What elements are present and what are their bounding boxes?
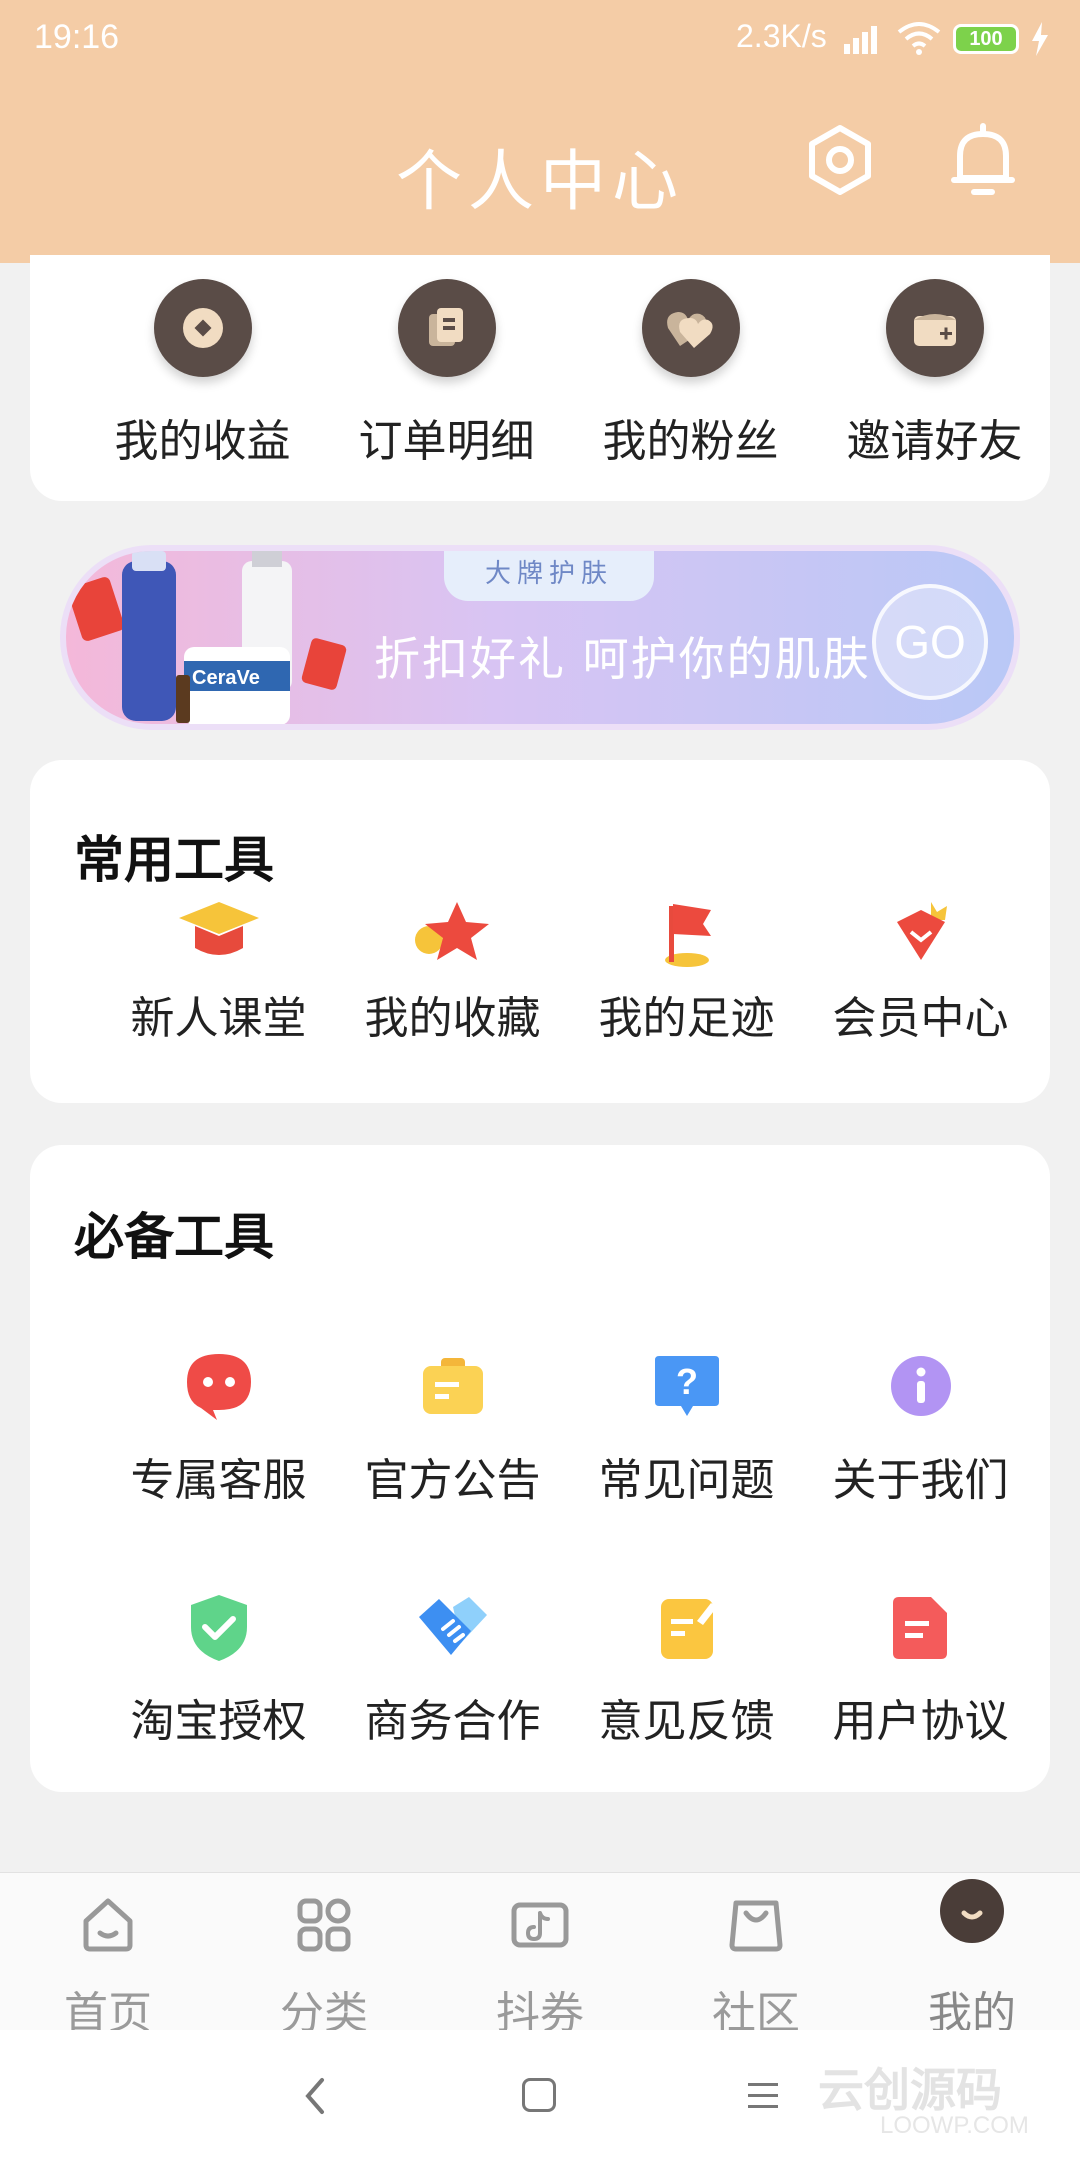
back-icon[interactable] (302, 2076, 326, 2116)
tab-category[interactable]: 分类 (216, 1873, 432, 2039)
menu-item-invite[interactable]: 邀请好友 (812, 279, 1057, 469)
svg-text:?: ? (676, 1361, 698, 1402)
tool-item-about-us[interactable]: 关于我们 (798, 1350, 1043, 1508)
common-tools-card: 常用工具 新人课堂 我的收藏 我的足迹 会员中心 (30, 760, 1050, 1103)
feedback-icon (660, 1599, 717, 1659)
charging-icon (1032, 22, 1048, 56)
status-time: 19:16 (34, 18, 120, 56)
tool-item-faq[interactable]: ? 常见问题 (564, 1350, 809, 1508)
question-icon: ? (654, 1356, 719, 1416)
tab-douyin-coupons[interactable]: 抖券 (432, 1873, 648, 2039)
skincare-products-image: CeraVe (67, 551, 347, 724)
section-title: 常用工具 (74, 831, 274, 889)
menu-item-orders[interactable]: 订单明细 (324, 279, 569, 469)
douyin-coupon-icon (511, 1902, 569, 1948)
home-button[interactable] (522, 2078, 556, 2112)
tool-item-label: 我的足迹 (598, 993, 775, 1044)
menu-item-label: 邀请好友 (846, 416, 1023, 467)
chat-bubble-icon (186, 1354, 251, 1420)
tab-community[interactable]: 社区 (648, 1873, 864, 2039)
banner-go-button[interactable]: GO (872, 584, 988, 700)
battery-indicator: 100 (953, 24, 1019, 54)
tool-item-user-agreement[interactable]: 用户协议 (798, 1591, 1043, 1749)
graduation-cap-icon (178, 902, 259, 955)
tool-item-feedback[interactable]: 意见反馈 (564, 1591, 809, 1749)
banner-tag: 大牌护肤 (444, 551, 654, 601)
profile-avatar-icon (940, 1879, 1004, 1943)
info-icon (890, 1356, 951, 1416)
section-title: 必备工具 (74, 1208, 274, 1266)
tool-item-footprints[interactable]: 我的足迹 (564, 900, 809, 1046)
tool-item-announcement[interactable]: 官方公告 (330, 1350, 575, 1508)
earnings-menu-card: 我的收益 订单明细 我的粉丝 邀请好友 (30, 255, 1050, 501)
tool-item-business[interactable]: 商务合作 (330, 1591, 575, 1749)
essential-tools-card: 必备工具 专属客服 官方公告 ? 常见问题 关于我们 淘宝授权 商务合作 意见反… (30, 1145, 1050, 1792)
system-navigation-bar: 云创源码 LOOWP.COM (0, 2030, 1080, 2160)
tool-item-label: 新人课堂 (130, 993, 307, 1044)
tab-profile[interactable]: 我的 (864, 1873, 1080, 2039)
tool-item-label: 用户协议 (832, 1696, 1009, 1747)
shield-check-icon (190, 1595, 247, 1661)
signal-icon (844, 26, 877, 54)
network-speed: 2.3K/s (736, 18, 827, 54)
star-icon (414, 902, 489, 960)
tool-item-label: 专属客服 (130, 1455, 307, 1506)
menu-item-label: 订单明细 (358, 416, 535, 467)
wifi-icon (897, 22, 941, 55)
invite-icon (885, 279, 984, 377)
banner-slogan: 折扣好礼 呵护你的肌肤 (374, 632, 871, 686)
tab-home[interactable]: 首页 (0, 1873, 216, 2039)
tool-item-vip-center[interactable]: 会员中心 (798, 900, 1043, 1046)
tool-item-label: 淘宝授权 (130, 1696, 307, 1747)
category-icon (297, 1898, 351, 1952)
settings-icon[interactable] (802, 122, 878, 198)
watermark: 云创源码 (818, 2063, 1002, 2117)
banner-product-brand: CeraVe (192, 667, 260, 689)
watermark-sub: LOOWP.COM (880, 2112, 1029, 2139)
tool-item-newbie-class[interactable]: 新人课堂 (96, 900, 341, 1046)
promo-banner[interactable]: 大牌护肤 折扣好礼 呵护你的肌肤 GO CeraVe (60, 545, 1020, 730)
menu-item-earnings[interactable]: 我的收益 (80, 279, 325, 469)
tool-item-label: 常见问题 (598, 1455, 775, 1506)
status-bar: 19:16 2.3K/s 100 (0, 0, 1080, 78)
community-bag-icon (729, 1900, 783, 1952)
bottom-tab-bar: 首页 分类 抖券 社区 我的 (0, 1872, 1080, 2039)
tool-item-taobao-auth[interactable]: 淘宝授权 (96, 1591, 341, 1749)
tool-item-label: 我的收藏 (364, 993, 541, 1044)
flag-icon (664, 904, 711, 967)
coin-icon (153, 279, 252, 377)
handshake-icon (418, 1597, 487, 1655)
tool-item-favorites[interactable]: 我的收藏 (330, 900, 575, 1046)
menu-icon[interactable] (746, 2078, 780, 2112)
tool-item-label: 意见反馈 (598, 1696, 775, 1747)
tool-item-label: 官方公告 (364, 1455, 541, 1506)
page-title: 个人中心 (396, 143, 684, 220)
home-icon (83, 1898, 133, 1952)
tool-item-label: 关于我们 (832, 1455, 1009, 1506)
crown-icon (896, 902, 947, 960)
tool-item-customer-service[interactable]: 专属客服 (96, 1350, 341, 1508)
header: 19:16 2.3K/s 100 个人中心 (0, 0, 1080, 263)
menu-item-label: 我的收益 (114, 416, 291, 467)
bell-icon[interactable] (950, 122, 1016, 198)
menu-item-label: 我的粉丝 (602, 416, 779, 467)
document-icon (892, 1597, 947, 1659)
order-icon (397, 279, 496, 377)
menu-item-fans[interactable]: 我的粉丝 (568, 279, 813, 469)
tool-item-label: 会员中心 (832, 993, 1009, 1044)
fans-icon (641, 279, 740, 377)
announcement-icon (422, 1358, 483, 1414)
tool-item-label: 商务合作 (364, 1696, 541, 1747)
